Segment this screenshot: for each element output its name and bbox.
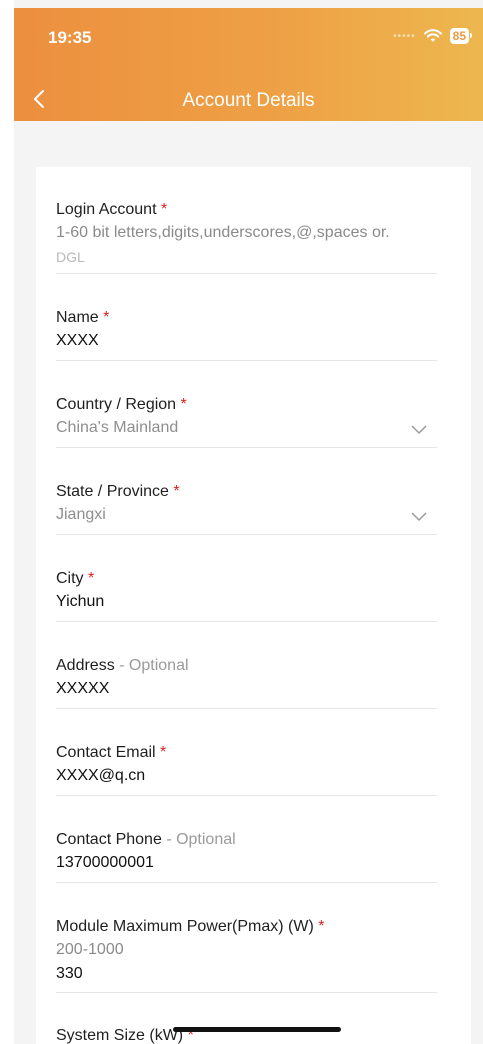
login-account-hint: 1-60 bit letters,digits,underscores,@,sp…: [56, 224, 390, 241]
country-region-select[interactable]: Country / Region * China's Mainland: [56, 394, 437, 448]
wifi-icon: [423, 29, 442, 42]
contact-phone-input[interactable]: 13700000001: [56, 851, 437, 875]
contact-phone-field[interactable]: Contact Phone - Optional 13700000001: [56, 829, 437, 883]
status-time: 19:35: [48, 28, 92, 47]
chevron-down-icon[interactable]: [411, 425, 427, 435]
country-region-value: China's Mainland: [56, 419, 179, 436]
city-input[interactable]: Yichun: [56, 590, 437, 614]
name-field[interactable]: Name * XXXX: [56, 307, 437, 361]
city-label: City *: [56, 570, 95, 587]
name-input[interactable]: XXXX: [56, 329, 437, 353]
app-screen: 19:35 ••••• 85 Account Details Login Acc…: [14, 0, 483, 1044]
page-title: Account Details: [182, 90, 315, 111]
login-account-field[interactable]: Login Account * 1-60 bit letters,digits,…: [56, 199, 437, 274]
login-account-input[interactable]: DGL: [56, 245, 437, 269]
state-province-label: State / Province *: [56, 483, 180, 500]
module-power-hint: 200-1000: [56, 941, 124, 958]
address-input[interactable]: XXXXX: [56, 677, 437, 701]
module-power-label: Module Maximum Power(Pmax) (W) *: [56, 918, 325, 935]
address-label: Address - Optional: [56, 657, 189, 674]
contact-email-field[interactable]: Contact Email * XXXX@q.cn: [56, 742, 437, 796]
form-card: Login Account * 1-60 bit letters,digits,…: [36, 167, 471, 1044]
contact-phone-label: Contact Phone - Optional: [56, 831, 236, 848]
state-province-select[interactable]: State / Province * Jiangxi: [56, 481, 437, 535]
contact-email-input[interactable]: XXXX@q.cn: [56, 764, 437, 788]
battery-icon: 85: [449, 28, 473, 44]
city-field[interactable]: City * Yichun: [56, 568, 437, 622]
address-field[interactable]: Address - Optional XXXXX: [56, 655, 437, 709]
name-label: Name *: [56, 309, 110, 326]
contact-email-label: Contact Email *: [56, 744, 167, 761]
module-power-input[interactable]: 330: [56, 962, 437, 986]
signal-icon: •••••: [393, 30, 416, 42]
country-region-label: Country / Region *: [56, 396, 187, 413]
chevron-down-icon[interactable]: [411, 512, 427, 522]
header-bar: 19:35 ••••• 85 Account Details: [14, 8, 483, 121]
login-account-label: Login Account *: [56, 201, 168, 218]
home-indicator: [173, 1027, 341, 1032]
module-power-field[interactable]: Module Maximum Power(Pmax) (W) * 200-100…: [56, 916, 437, 993]
state-province-value: Jiangxi: [56, 506, 106, 523]
status-icons: ••••• 85: [393, 28, 473, 44]
